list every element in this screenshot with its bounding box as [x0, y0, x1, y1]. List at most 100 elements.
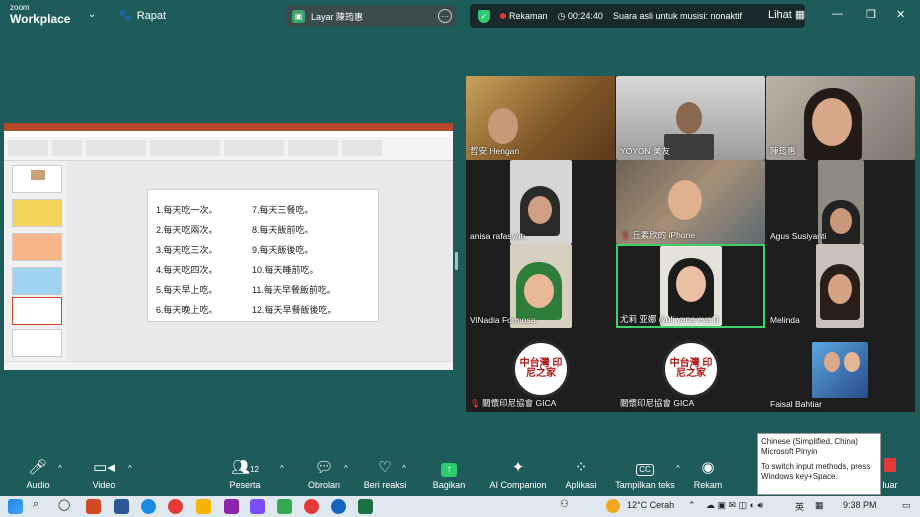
- share-label: Bagikan: [432, 480, 466, 490]
- input-language[interactable]: 英: [795, 500, 804, 513]
- participant-tile[interactable]: ViNadia Formosa: [466, 244, 615, 328]
- powerpoint-icon[interactable]: [86, 499, 101, 514]
- notification-icon[interactable]: ▭: [902, 500, 911, 511]
- slide-column-left: 1.每天吃一次。 2.每天吃兩次。 3.每天吃三次。 4.每天吃四次。 5.每天早上吃。…: [156, 200, 218, 320]
- audio-options-caret-icon[interactable]: ^: [58, 464, 62, 473]
- tray-chevron-icon[interactable]: ⌃: [688, 500, 696, 511]
- participant-tile[interactable]: anisa rafasyah: [466, 160, 615, 244]
- reactions-options-caret-icon[interactable]: ^: [402, 464, 406, 473]
- participant-tile[interactable]: Agus Susiyanti: [766, 160, 915, 244]
- video-options-caret-icon[interactable]: ^: [128, 464, 132, 473]
- slide-line: 9.每天飯後吃。: [252, 245, 314, 255]
- slide-line: 10.每天睡前吃。: [252, 265, 319, 275]
- slide-line: 11.每天早餐飯前吃。: [252, 285, 336, 295]
- edge-icon[interactable]: [141, 499, 156, 514]
- ppt-status-bar: [4, 361, 453, 370]
- meeting-info-button[interactable]: 🐾 Rapat: [118, 9, 166, 23]
- app-icon[interactable]: [224, 499, 239, 514]
- slide-thumbnail: [12, 165, 62, 193]
- participant-tile[interactable]: 哲安 Hengan: [466, 76, 615, 160]
- reactions-button[interactable]: ♡ Beri reaksi: [362, 458, 408, 490]
- participant-name: Melinda: [770, 315, 800, 325]
- view-label: Lihat: [768, 9, 792, 21]
- chevron-down-icon[interactable]: ⌄: [88, 9, 96, 20]
- record-button[interactable]: ◉ Rekam: [692, 458, 724, 490]
- clock[interactable]: 9:38 PM: [843, 500, 877, 510]
- captions-button[interactable]: CC Tampilkan teks: [614, 458, 676, 490]
- shield-check-icon[interactable]: ✓: [478, 9, 490, 23]
- screen-share-indicator[interactable]: ▣ Layar 陳筠惠 ···: [286, 5, 456, 27]
- participants-button[interactable]: 👥︎12 Peserta: [225, 458, 265, 490]
- participant-gallery: 哲安 Hengan YOYON 美友 陳筠惠 anisa rafasyah 🎙 丘…: [466, 76, 915, 412]
- participant-name-text: 關懷印尼協會 GICA: [482, 398, 557, 408]
- restore-icon[interactable]: ❐: [866, 8, 876, 21]
- ppt-workspace: 1.每天吃一次。 2.每天吃兩次。 3.每天吃三次。 4.每天吃四次。 5.每天早上吃。…: [4, 161, 453, 361]
- participant-tile[interactable]: Melinda: [766, 244, 915, 328]
- slide-thumbnails: [4, 161, 66, 361]
- recording-indicator[interactable]: Rekaman: [500, 11, 548, 21]
- drive-icon[interactable]: [277, 499, 292, 514]
- record-icon: ◉: [701, 459, 715, 476]
- participant-name: anisa rafasyah: [470, 231, 526, 241]
- share-screen-icon: ▣: [292, 9, 305, 23]
- participant-tile[interactable]: 陳筠惠: [766, 76, 915, 160]
- audio-button[interactable]: 🎤︎ Audio: [22, 458, 54, 490]
- participant-tile[interactable]: 中台灣 印尼之家 🎙 關懷印尼協會 GICA: [466, 328, 615, 412]
- slide-line: 4.每天吃四次。: [156, 265, 218, 275]
- sparkle-icon: ✦: [511, 459, 525, 476]
- ai-companion-button[interactable]: ✦ AI Companion: [488, 458, 548, 490]
- video-button[interactable]: ▭◂ Video: [88, 458, 120, 490]
- captions-options-caret-icon[interactable]: ^: [676, 464, 680, 473]
- zoom-icon[interactable]: [331, 499, 346, 514]
- chat-button[interactable]: 💬︎ Obrolan: [304, 458, 344, 490]
- close-icon[interactable]: ✕: [896, 8, 905, 21]
- ime-mode-icon[interactable]: ▦: [815, 500, 824, 511]
- minimize-icon[interactable]: —: [832, 8, 843, 20]
- participant-tile[interactable]: 🎙 丘素欣的 iPhone: [616, 160, 765, 244]
- ppt-ribbon: [4, 137, 453, 161]
- participant-tile[interactable]: 中台灣 印尼之家 關懷印尼協會 GICA: [616, 328, 765, 412]
- chrome-icon[interactable]: [168, 499, 183, 514]
- timer-value: 00:24:40: [567, 10, 603, 21]
- participant-tile[interactable]: Faisal Bahtiar: [766, 328, 915, 412]
- participant-tile-active-speaker[interactable]: 尤莉 亚娜 (yuli yana eva.f): [616, 244, 765, 328]
- people-icon[interactable]: ⚇: [560, 499, 569, 510]
- tray-icons[interactable]: ☁ ▣ ✉ ◫ ◐ 🔊︎: [706, 500, 763, 511]
- closed-captions-icon: CC: [614, 458, 676, 478]
- participant-name: ViNadia Formosa: [470, 315, 536, 325]
- input-method-tooltip: Chinese (Simplified, China) Microsoft Pi…: [757, 433, 881, 495]
- participants-options-caret-icon[interactable]: ^: [280, 464, 284, 473]
- apps-button[interactable]: ⁘ Aplikasi: [562, 458, 600, 490]
- windows-start-icon[interactable]: [8, 499, 23, 514]
- participant-name: 陳筠惠: [770, 146, 796, 156]
- zoom-workplace-logo[interactable]: zoom Workplace: [10, 4, 70, 26]
- slide-thumbnail: [12, 233, 62, 261]
- muted-mic-icon: 🎙: [470, 399, 481, 408]
- meeting-top-bar: zoom Workplace ⌄ 🐾 Rapat ▣ Layar 陳筠惠 ···…: [0, 0, 920, 32]
- task-view-icon[interactable]: ◯: [58, 498, 70, 511]
- slide-line: 8.每天飯前吃。: [252, 225, 314, 235]
- gica-logo: 中台灣 印尼之家: [662, 340, 720, 398]
- split-view-handle[interactable]: [455, 252, 458, 270]
- record-dot-icon: [500, 13, 506, 19]
- weather-text[interactable]: 12°C Cerah: [627, 500, 674, 510]
- search-icon[interactable]: ⌕: [33, 498, 39, 511]
- muted-mic-icon: 🎙: [620, 231, 631, 240]
- chat-label: Obrolan: [307, 480, 341, 490]
- chrome-icon[interactable]: [304, 499, 319, 514]
- share-screen-arrow-icon: ↑: [430, 458, 468, 478]
- participants-label: Peserta: [229, 480, 261, 490]
- more-options-icon[interactable]: ···: [438, 9, 452, 23]
- ppt-title-bar: [4, 123, 453, 131]
- app-icon[interactable]: [250, 499, 265, 514]
- chat-options-caret-icon[interactable]: ^: [344, 464, 348, 473]
- file-explorer-icon[interactable]: [196, 499, 211, 514]
- apps-label: Aplikasi: [565, 480, 597, 490]
- chat-bubble-icon: 💬︎: [314, 459, 334, 476]
- participant-tile[interactable]: YOYON 美友: [616, 76, 765, 160]
- word-icon[interactable]: [114, 499, 129, 514]
- original-sound-status[interactable]: Suara asli untuk musisi: nonaktif: [613, 11, 742, 21]
- excel-icon[interactable]: [358, 499, 373, 514]
- share-button[interactable]: ↑ Bagikan: [430, 458, 468, 490]
- view-button[interactable]: Lihat ▦: [768, 8, 805, 21]
